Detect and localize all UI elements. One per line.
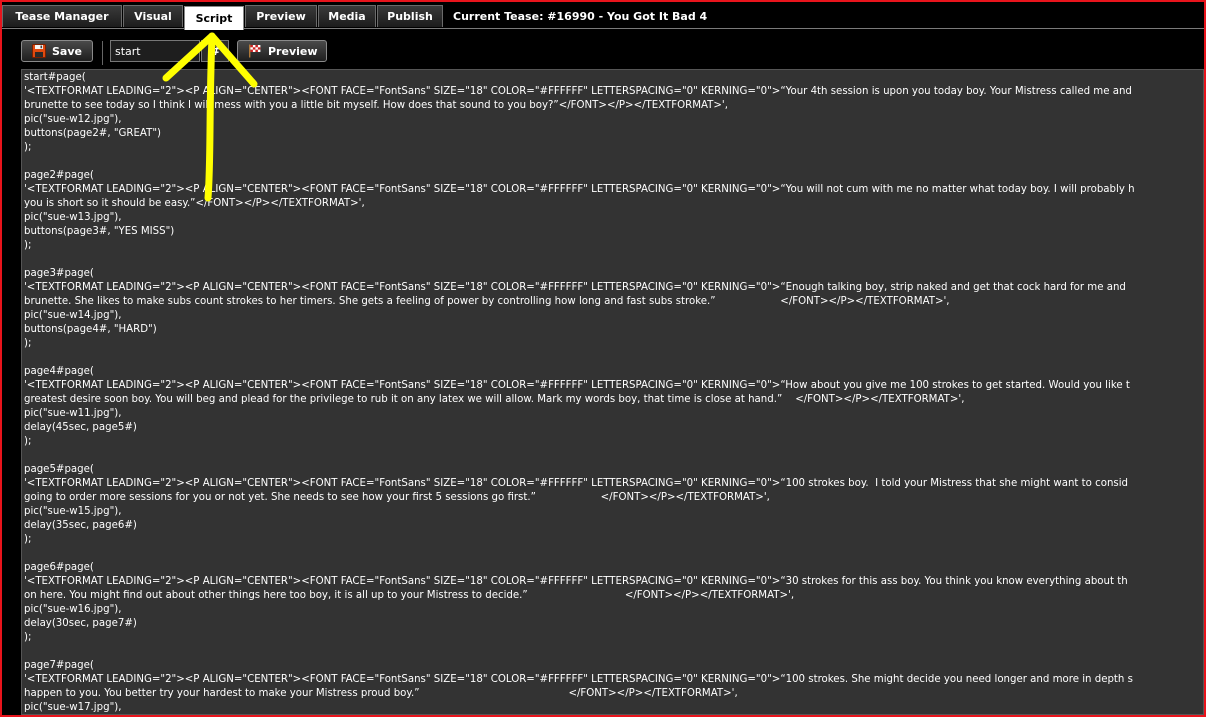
script-line: pic("sue-w17.jpg"), (24, 702, 122, 713)
script-editor[interactable]: start#page( '<TEXTFORMAT LEADING="2"><P A… (21, 69, 1204, 715)
script-line: '<TEXTFORMAT LEADING="2"><P ALIGN="CENTE… (24, 380, 1130, 391)
script-line (24, 645, 1203, 659)
script-line: greatest desire soon boy. You will beg a… (24, 394, 965, 405)
script-line: page3#page( (24, 268, 94, 279)
toolbar-divider (102, 41, 103, 65)
script-line (24, 449, 1203, 463)
page-hash-button[interactable]: # (201, 40, 229, 62)
preview-button[interactable]: Preview (237, 40, 327, 62)
script-line: brunette to see today so I think I will … (24, 100, 728, 111)
script-line: pic("sue-w11.jpg"), (24, 408, 122, 419)
script-line: page7#page( (24, 660, 94, 671)
script-line: on here. You might find out about other … (24, 590, 795, 601)
script-line: ); (24, 240, 32, 251)
script-line (24, 155, 1203, 169)
script-line: '<TEXTFORMAT LEADING="2"><P ALIGN="CENTE… (24, 282, 1126, 293)
script-line: '<TEXTFORMAT LEADING="2"><P ALIGN="CENTE… (24, 576, 1128, 587)
script-code: start#page( '<TEXTFORMAT LEADING="2"><P A… (22, 70, 1203, 714)
save-button[interactable]: Save (21, 40, 93, 62)
script-line: buttons(page4#, "HARD") (24, 324, 157, 335)
script-line: brunette. She likes to make subs count s… (24, 296, 950, 307)
script-line: pic("sue-w13.jpg"), (24, 212, 122, 223)
script-line: delay(45sec, page5#) (24, 422, 137, 433)
script-line: ); (24, 534, 32, 545)
script-line: page2#page( (24, 170, 94, 181)
script-toolbar: Save # Preview (2, 29, 1204, 69)
script-line: going to order more sessions for you or … (24, 492, 770, 503)
script-line: pic("sue-w16.jpg"), (24, 604, 122, 615)
script-line (24, 351, 1203, 365)
tab-bar: Tease Manager Visual Script Preview Medi… (2, 2, 1204, 30)
script-line: you is short so it should be easy.”</FON… (24, 198, 365, 209)
script-line: delay(30sec, page7#) (24, 618, 137, 629)
tab-visual[interactable]: Visual (123, 5, 183, 27)
tab-script[interactable]: Script (184, 6, 244, 30)
script-line: '<TEXTFORMAT LEADING="2"><P ALIGN="CENTE… (24, 478, 1129, 489)
script-line: start#page( (24, 72, 86, 83)
script-line: ); (24, 632, 32, 643)
floppy-disk-icon (32, 44, 46, 58)
script-line: ); (24, 338, 32, 349)
script-line: ); (24, 436, 32, 447)
script-line: pic("sue-w14.jpg"), (24, 310, 122, 321)
script-line: buttons(page3#, "YES MISS") (24, 226, 175, 237)
script-line: delay(35sec, page6#) (24, 520, 137, 531)
tab-publish[interactable]: Publish (377, 5, 443, 27)
script-line: page6#page( (24, 562, 94, 573)
script-line: '<TEXTFORMAT LEADING="2"><P ALIGN="CENTE… (24, 184, 1135, 195)
script-line: ); (24, 142, 32, 153)
script-line: '<TEXTFORMAT LEADING="2"><P ALIGN="CENTE… (24, 86, 1132, 97)
tab-tease-manager[interactable]: Tease Manager (2, 5, 122, 27)
script-line: happen to you. You better try your harde… (24, 688, 738, 699)
script-line: pic("sue-w15.jpg"), (24, 506, 122, 517)
script-line (24, 253, 1203, 267)
save-button-label: Save (52, 44, 82, 58)
checkered-flag-icon (248, 44, 262, 58)
page-id-input[interactable] (110, 40, 200, 62)
script-line: page5#page( (24, 464, 94, 475)
script-line (24, 547, 1203, 561)
tab-media[interactable]: Media (318, 5, 376, 27)
preview-button-label: Preview (268, 44, 318, 58)
current-tease-label: Current Tease: #16990 - You Got It Bad 4 (453, 10, 708, 23)
script-line: page4#page( (24, 366, 94, 377)
script-line: pic("sue-w12.jpg"), (24, 114, 122, 125)
script-line: '<TEXTFORMAT LEADING="2"><P ALIGN="CENTE… (24, 674, 1133, 685)
script-line: buttons(page2#, "GREAT") (24, 128, 161, 139)
tab-preview[interactable]: Preview (245, 5, 317, 27)
